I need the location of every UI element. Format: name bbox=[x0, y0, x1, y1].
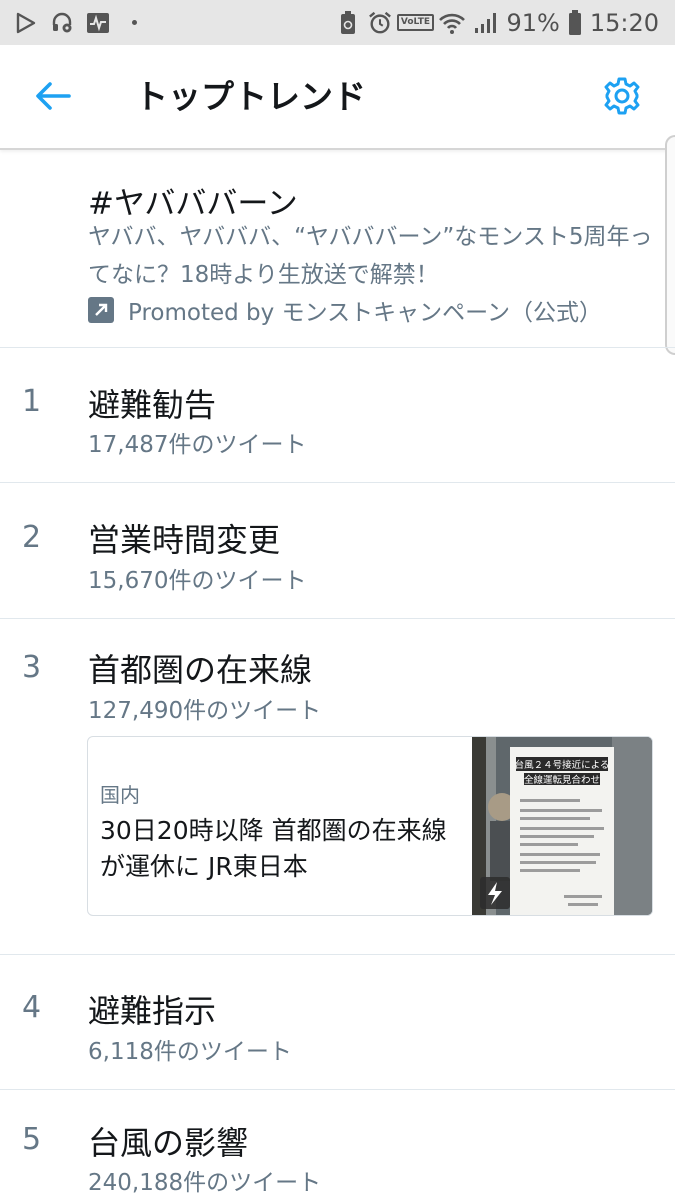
promoted-by-line: Promoted by モンストキャンペーン（公式） bbox=[88, 293, 602, 327]
volte-icon: VoLTE bbox=[396, 11, 435, 35]
arrow-left-icon bbox=[35, 81, 71, 115]
trend-name: 台風の影響 bbox=[88, 1124, 249, 1162]
status-bar-left bbox=[14, 0, 146, 45]
status-bar: VoLTE 91% 15:20 bbox=[0, 0, 675, 45]
clock: 15:20 bbox=[589, 8, 659, 37]
tweet-count: 6,118件のツイート bbox=[88, 1039, 292, 1065]
battery-icon bbox=[568, 9, 582, 35]
page-title: トップトレンド bbox=[135, 77, 366, 116]
settings-button[interactable] bbox=[599, 75, 645, 121]
trend-rank: 5 bbox=[22, 1122, 42, 1157]
news-card[interactable]: 国内 30日20時以降 首都圏の在来線が運休に JR東日本 台風２４号接近による… bbox=[87, 736, 653, 916]
signal-icon bbox=[474, 11, 498, 35]
recycle-icon bbox=[336, 10, 360, 35]
tweet-count: 17,487件のツイート bbox=[88, 432, 307, 458]
tweet-count: 127,490件のツイート bbox=[88, 698, 322, 724]
gear-icon bbox=[602, 76, 642, 120]
play-store-icon bbox=[14, 11, 38, 35]
battery-percent: 91% bbox=[506, 8, 560, 37]
back-button[interactable] bbox=[30, 75, 76, 121]
news-thumbnail: 台風２４号接近による 全線運転見合わせ bbox=[472, 737, 652, 915]
news-category: 国内 bbox=[100, 783, 140, 807]
sign-text-line2: 全線運転見合わせ bbox=[524, 774, 600, 786]
promoted-trend-name: #ヤバババーン bbox=[88, 186, 298, 222]
trend-name: 避難指示 bbox=[88, 992, 217, 1030]
trend-rank: 2 bbox=[22, 520, 42, 555]
promoted-description: ヤババ、ヤバババ、“ヤバババーン”なモンスト5周年ってなに？18時より生放送で解… bbox=[88, 224, 653, 288]
trend-rank: 1 bbox=[22, 384, 42, 419]
wifi-icon bbox=[438, 11, 466, 35]
tweet-count: 240,188件のツイート bbox=[88, 1170, 322, 1196]
news-headline: 30日20時以降 首都圏の在来線が運休に JR東日本 bbox=[100, 816, 447, 881]
trend-rank: 3 bbox=[22, 650, 42, 685]
volte-badge: VoLTE bbox=[396, 14, 435, 31]
alarm-icon bbox=[368, 11, 392, 35]
trend-rank: 4 bbox=[22, 990, 42, 1025]
headset-gear-icon bbox=[50, 11, 74, 35]
trend-name: 営業時間変更 bbox=[88, 521, 281, 559]
trend-name: 避難勧告 bbox=[88, 386, 217, 424]
trend-name: 首都圏の在来線 bbox=[88, 651, 313, 689]
status-bar-right: VoLTE 91% 15:20 bbox=[336, 0, 659, 45]
promoted-by-text: Promoted by モンストキャンペーン（公式） bbox=[128, 300, 602, 326]
app-bar: トップトレンド bbox=[0, 45, 675, 150]
tweet-count: 15,670件のツイート bbox=[88, 568, 307, 594]
sign-text-line1: 台風２４号接近による bbox=[515, 759, 610, 771]
activity-icon bbox=[86, 11, 110, 35]
promoted-arrow-icon bbox=[88, 297, 114, 323]
dot-icon bbox=[122, 11, 146, 35]
